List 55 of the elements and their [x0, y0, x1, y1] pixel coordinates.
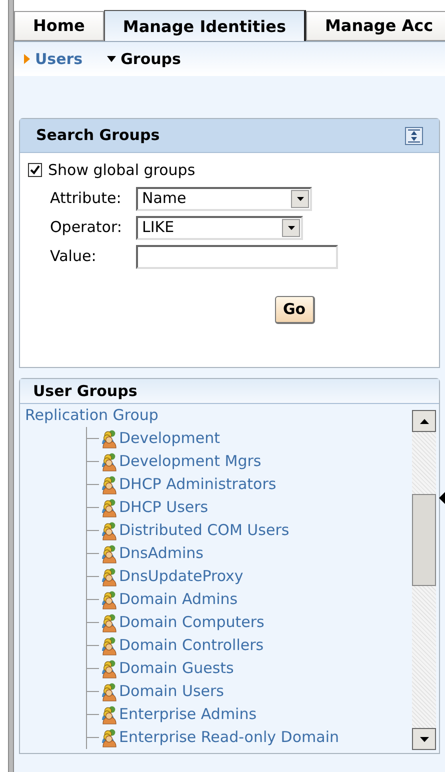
panel-title: Search Groups [36, 125, 160, 146]
user-group-icon [99, 612, 119, 632]
dropdown-arrow-icon [288, 226, 294, 230]
tab[interactable]: Home [14, 11, 104, 41]
tree-item[interactable]: Domain Controllers [119, 634, 264, 657]
field-label: Value: [50, 246, 98, 268]
tree-item[interactable]: Enterprise Admins [119, 703, 257, 726]
tree-item[interactable]: Domain Computers [119, 611, 264, 634]
user-group-icon [99, 636, 119, 656]
left-arrow-icon[interactable] [439, 492, 445, 504]
tree-item[interactable]: Development Mgrs [119, 450, 262, 473]
value-field[interactable] [136, 244, 338, 268]
scroll-down-button[interactable] [412, 728, 436, 750]
tree-item[interactable]: Replication Group [25, 404, 158, 427]
field-label: Attribute: [50, 188, 122, 210]
scroll-thumb[interactable] [412, 494, 436, 586]
scroll-up-button[interactable] [412, 410, 436, 432]
tree-item[interactable]: DnsAdmins [119, 542, 204, 565]
nav-link[interactable]: Groups [120, 48, 181, 70]
user-group-icon [99, 452, 119, 472]
down-arrow-icon [420, 736, 428, 742]
dropdown[interactable]: Name [136, 186, 312, 210]
tab[interactable]: Manage Identities [104, 10, 306, 41]
user-group-icon [99, 498, 119, 518]
go-button[interactable]: Go [275, 296, 315, 324]
user-group-icon [99, 728, 119, 748]
tree-item[interactable]: Domain Users [119, 680, 224, 703]
tree-item[interactable]: Distributed COM Users [119, 519, 290, 542]
tree-item[interactable]: Domain Guests [119, 657, 234, 680]
user-group-icon [99, 566, 119, 586]
user-group-icon [99, 704, 119, 724]
nav-link[interactable]: Users [35, 48, 83, 70]
tree-item[interactable]: DHCP Users [119, 496, 208, 519]
user-group-icon [99, 428, 119, 448]
dropdown[interactable]: LIKE [136, 216, 303, 240]
checkbox[interactable] [28, 163, 42, 178]
tree-item[interactable]: Development [119, 427, 220, 450]
up-arrow-icon [420, 418, 428, 424]
user-group-icon [99, 544, 119, 564]
user-group-icon [99, 590, 119, 610]
field-label: Operator: [50, 217, 123, 238]
checkbox-label: Show global groups [48, 160, 196, 181]
tree-item[interactable]: Enterprise Read-only Domain [119, 726, 340, 749]
collapse-icon[interactable] [405, 126, 423, 144]
user-group-icon [99, 682, 119, 702]
tab[interactable]: Manage Acc [306, 11, 445, 41]
tree-item[interactable]: Domain Admins [119, 588, 238, 611]
user-group-icon [99, 520, 119, 540]
user-group-icon [99, 658, 119, 678]
user-group-icon [99, 474, 119, 494]
tree-item[interactable]: DHCP Administrators [119, 473, 276, 496]
tree-item[interactable]: DnsUpdateProxy [119, 565, 244, 588]
panel-title: User Groups [33, 380, 138, 402]
scrollbar[interactable] [412, 410, 436, 750]
dropdown-arrow-icon [296, 196, 304, 200]
